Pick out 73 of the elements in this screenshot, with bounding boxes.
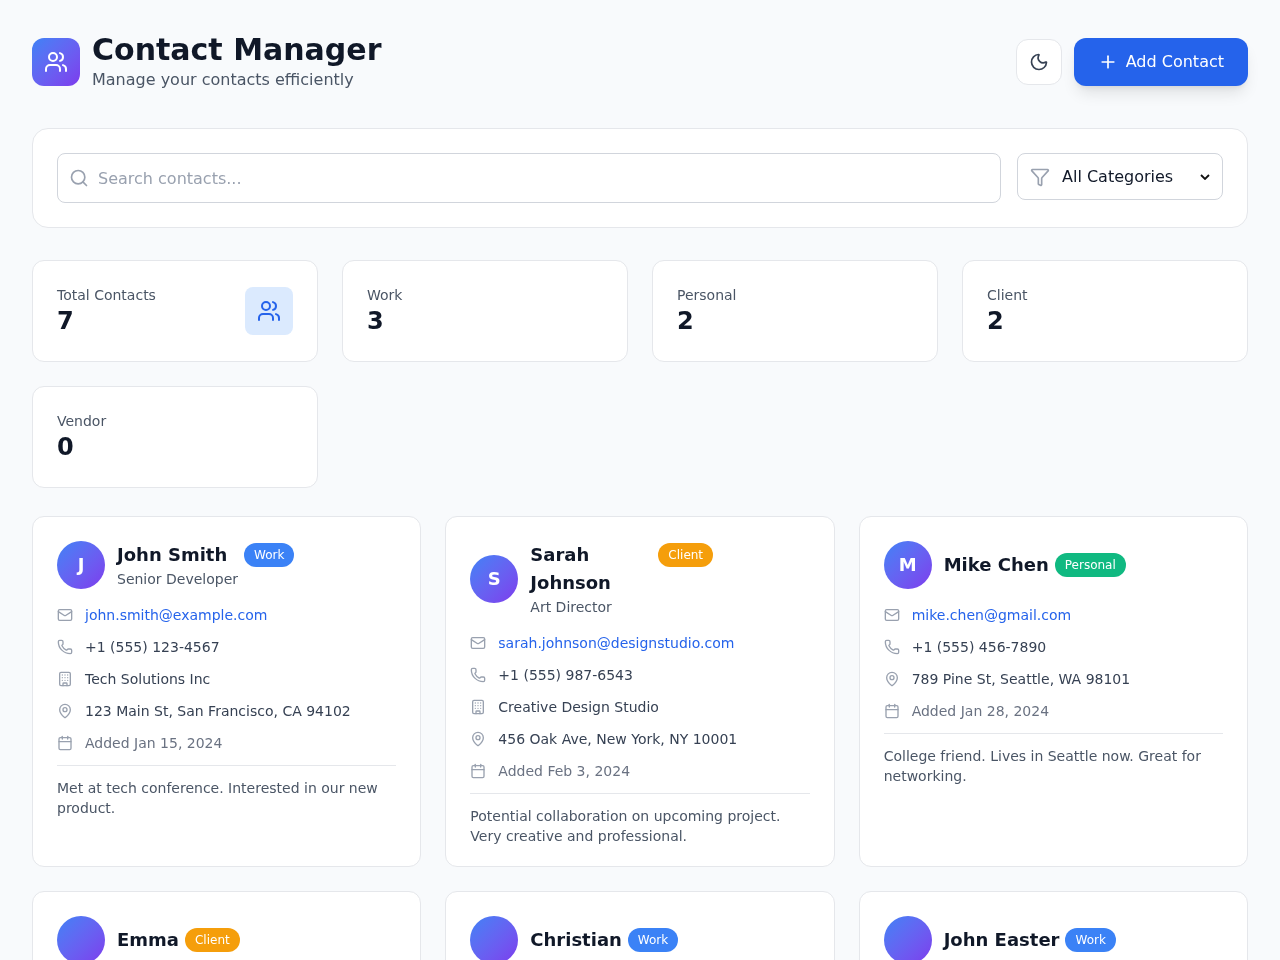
calendar-icon xyxy=(57,735,73,751)
added-date: Added Feb 3, 2024 xyxy=(498,762,631,781)
category-badge: Work xyxy=(244,543,295,567)
stat-value: 3 xyxy=(367,306,385,337)
category-select[interactable]: All Categories xyxy=(1017,153,1223,200)
phone-number: +1 (555) 987-6543 xyxy=(498,666,633,685)
category-badge: Work xyxy=(1065,928,1116,952)
chevron-down-icon xyxy=(1200,173,1210,180)
mail-icon xyxy=(470,635,487,651)
avatar xyxy=(470,916,519,960)
category-badge: Work xyxy=(627,928,679,952)
building-icon xyxy=(470,699,487,715)
mail-icon xyxy=(57,607,73,623)
company-name: Tech Solutions Inc xyxy=(85,670,211,689)
map-pin-icon xyxy=(57,703,73,719)
stat-label: Client xyxy=(987,286,1028,305)
stat-value: 7 xyxy=(57,306,75,337)
calendar-icon xyxy=(470,763,487,779)
contact-notes: Met at tech conference. Interested in our new product. xyxy=(57,779,379,818)
phone-icon xyxy=(57,639,73,655)
email-link[interactable]: mike.chen@gmail.com xyxy=(911,605,1072,625)
phone-icon xyxy=(883,639,900,655)
contact-notes: College friend. Lives in Seattle now. Great for networking. xyxy=(883,747,1202,786)
stat-value: 2 xyxy=(677,306,695,337)
contact-role: Art Director xyxy=(530,598,613,617)
contact-role: Senior Developer xyxy=(117,570,239,589)
stat-value: 0 xyxy=(57,432,75,463)
avatar: S xyxy=(470,555,519,603)
address: 123 Main St, San Francisco, CA 94102 xyxy=(85,702,351,721)
contact-name: Christian xyxy=(530,928,622,952)
search-field[interactable]: Search contacts... xyxy=(57,153,1001,203)
added-date: Added Jan 28, 2024 xyxy=(911,702,1050,721)
category-badge: Client xyxy=(658,543,714,567)
contact-name: John Easter xyxy=(943,928,1060,952)
contact-name: Emma xyxy=(117,928,179,952)
contact-notes: Potential collaboration on upcoming project. Very creative and professional. xyxy=(470,807,782,846)
building-icon xyxy=(57,671,73,687)
added-date: Added Jan 15, 2024 xyxy=(85,734,223,753)
contact-name: Mike Chen xyxy=(943,553,1049,577)
app-subtitle: Manage your contacts efficiently xyxy=(92,69,355,91)
stat-label: Vendor xyxy=(57,412,107,431)
phone-icon xyxy=(470,667,487,683)
filter-icon xyxy=(1030,166,1050,187)
contact-name: John Smith xyxy=(117,543,229,567)
users-icon xyxy=(245,287,293,335)
stat-value: 2 xyxy=(987,306,1005,337)
logo-icon xyxy=(32,38,80,86)
avatar xyxy=(57,916,105,960)
search-icon xyxy=(69,168,89,188)
map-pin-icon xyxy=(883,671,900,687)
category-badge: Client xyxy=(184,928,240,952)
email-link[interactable]: john.smith@example.com xyxy=(85,605,268,625)
email-link[interactable]: sarah.johnson@designstudio.com xyxy=(498,633,735,653)
phone-number: +1 (555) 456-7890 xyxy=(911,638,1047,657)
map-pin-icon xyxy=(470,731,487,747)
avatar xyxy=(883,916,932,960)
moon-icon xyxy=(1028,52,1049,72)
app-title: Contact Manager xyxy=(92,32,382,68)
avatar: J xyxy=(57,541,105,589)
avatar: M xyxy=(883,541,932,589)
company-name: Creative Design Studio xyxy=(498,698,659,717)
contact-name: Sarah Johnson xyxy=(530,543,612,595)
stat-label: Work xyxy=(367,286,403,305)
calendar-icon xyxy=(883,703,900,719)
stat-label: Personal xyxy=(677,286,737,305)
address: 456 Oak Ave, New York, NY 10001 xyxy=(498,730,738,749)
stat-label: Total Contacts xyxy=(57,286,156,305)
theme-toggle-button[interactable] xyxy=(1015,39,1062,85)
address: 789 Pine St, Seattle, WA 98101 xyxy=(911,670,1131,689)
add-contact-button[interactable]: Add Contact xyxy=(1073,38,1248,86)
category-badge: Personal xyxy=(1054,553,1126,577)
phone-number: +1 (555) 123-4567 xyxy=(85,638,220,657)
mail-icon xyxy=(883,607,900,623)
